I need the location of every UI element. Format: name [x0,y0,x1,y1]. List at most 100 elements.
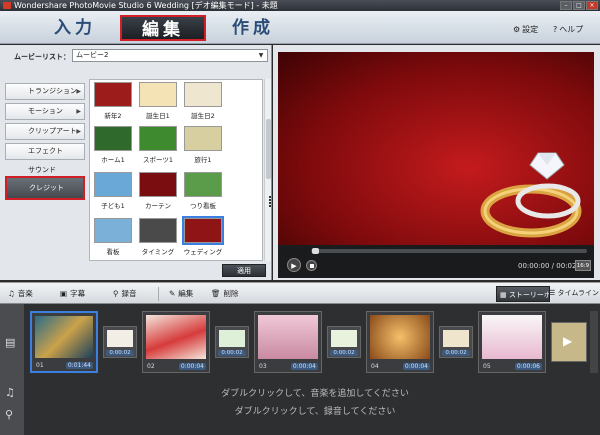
transition-duration: 0:00:02 [442,350,470,356]
app-window: Wondershare PhotoMovie Studio 6 Wedding … [0,0,600,435]
category-credit[interactable]: クレジット [5,176,85,200]
close-button[interactable]: × [586,1,598,10]
transition-item[interactable]: 0:00:02 [215,326,249,358]
template-item[interactable]: 誕生日1 [137,82,179,120]
ring-image [480,152,582,238]
clip-duration: 0:00:04 [290,363,318,370]
chevron-right-icon: ▶ [76,88,81,95]
storyboard-panel: ▤ ♫ ⚲ 01 0:01:44 0:00:02 02 0:00:04 0:00… [0,304,600,435]
toolbar-divider [158,287,159,301]
storyboard-clip[interactable]: 05 0:00:06 [478,311,546,373]
delete-button[interactable]: 🗑 削除 [211,288,239,299]
film-track-icon: ▤ [5,336,16,349]
play-button[interactable]: ▶ [287,258,301,272]
template-thumbnail [184,82,222,107]
storyboard-icon: ▦ [500,291,507,299]
transition-item[interactable]: 0:00:02 [327,326,361,358]
category-label: サウンド [28,166,56,174]
tab-input[interactable]: 入力 [40,15,110,41]
storyboard-scrollbar[interactable] [590,311,598,373]
storyboard-clip[interactable]: 03 0:00:04 [254,311,322,373]
music-track-hint[interactable]: ダブルクリックして、音楽を追加してください [0,386,600,399]
subtitle-icon: ▣ [60,289,68,298]
category-clipart[interactable]: クリップアート ▶ [5,123,85,140]
clip-thumbnail [482,315,542,359]
template-thumbnail [94,82,132,107]
help-link[interactable]: ? ヘルプ [553,24,583,35]
tab-create[interactable]: 作成 [218,15,288,41]
template-item[interactable]: 誕生日2 [182,82,224,120]
template-thumbnail [139,172,177,197]
template-scrollbar[interactable] [264,79,271,261]
window-controls: – □ × [560,1,598,10]
pencil-icon: ✎ [169,289,176,298]
template-label: カーテン [145,202,171,210]
play-triangle-icon: ▶ [563,334,573,348]
transition-duration: 0:00:02 [218,350,246,356]
minimize-button[interactable]: – [560,1,572,10]
apply-button[interactable]: 適用 [222,264,266,277]
subtitle-button[interactable]: ▣ 字幕 [60,288,85,299]
movie-list-select[interactable]: ムービー2 ▼ [72,49,268,62]
help-label: ヘルプ [559,25,584,34]
template-thumbnail [139,82,177,107]
template-item[interactable]: ホーム1 [92,126,134,164]
transition-item[interactable]: 0:00:02 [439,326,473,358]
help-icon: ? [553,25,558,34]
record-track-hint[interactable]: ダブルクリックして、録音してください [0,404,600,417]
clip-thumbnail [146,315,206,359]
progress-bar[interactable] [311,248,587,254]
template-item[interactable]: 新年2 [92,82,134,120]
clip-number: 01 [36,362,44,369]
clip-number: 02 [147,363,155,370]
template-item[interactable]: スポーツ1 [137,126,179,164]
preview-panel: ▶ 00:00:00 / 00:02:10 16:9 [273,45,600,280]
stop-button[interactable] [306,260,317,271]
scrollbar-thumb[interactable] [266,119,271,179]
maximize-button[interactable]: □ [573,1,585,10]
clip-duration: 0:00:06 [514,363,542,370]
template-label: 誕生日1 [146,112,170,120]
category-motion[interactable]: モーション ▶ [5,103,85,120]
video-preview [278,52,594,245]
add-slot[interactable]: ▶ [551,322,587,362]
storyboard-clip[interactable]: 04 0:00:04 [366,311,434,373]
record-button[interactable]: ⚲ 録音 [113,288,137,299]
clip-thumbnail [370,315,430,359]
window-title: Wondershare PhotoMovie Studio 6 Wedding … [14,1,278,10]
transition-duration: 0:00:02 [330,350,358,356]
settings-link[interactable]: ⚙ 設定 [513,24,538,35]
template-item[interactable]: 看板 [92,218,134,256]
app-logo-icon [3,2,11,9]
template-item[interactable]: カーテン [137,172,179,210]
music-button[interactable]: ♫ 音楽 [8,288,33,299]
storyboard-clip[interactable]: 01 0:01:44 [30,311,98,373]
template-item-selected[interactable]: ウェディング [182,216,224,256]
template-item[interactable]: タイミング [137,218,179,256]
panel-splitter[interactable] [269,195,272,209]
category-effect[interactable]: エフェクト [5,143,85,160]
edit-button[interactable]: ✎ 編集 [169,288,193,299]
category-transition[interactable]: トランジション ▶ [5,83,85,100]
tab-edit[interactable]: 編集 [120,15,206,41]
timeline-icon: ☰ [549,289,556,297]
clip-number: 04 [371,363,379,370]
storyboard-view-button[interactable]: ▦ ストーリーボード [496,286,550,302]
template-item[interactable]: つり看板 [182,172,224,210]
timeline-label: タイムライン [557,289,600,297]
clip-thumbnail [258,315,318,359]
music-label: 音楽 [17,289,33,298]
progress-knob[interactable] [312,248,319,254]
category-label: モーション [28,107,63,115]
template-item[interactable]: 子ども1 [92,172,134,210]
transition-item[interactable]: 0:00:02 [103,326,137,358]
template-label: 旅行1 [194,156,212,164]
template-thumbnail [94,218,132,243]
template-item[interactable]: 旅行1 [182,126,224,164]
aspect-ratio-button[interactable]: 16:9 [575,260,591,271]
template-thumbnail [139,218,177,243]
storyboard-clip[interactable]: 02 0:00:04 [142,311,210,373]
template-thumbnail [94,126,132,151]
timeline-view-button[interactable]: ☰ タイムライン [549,288,599,298]
record-label: 録音 [121,289,137,298]
